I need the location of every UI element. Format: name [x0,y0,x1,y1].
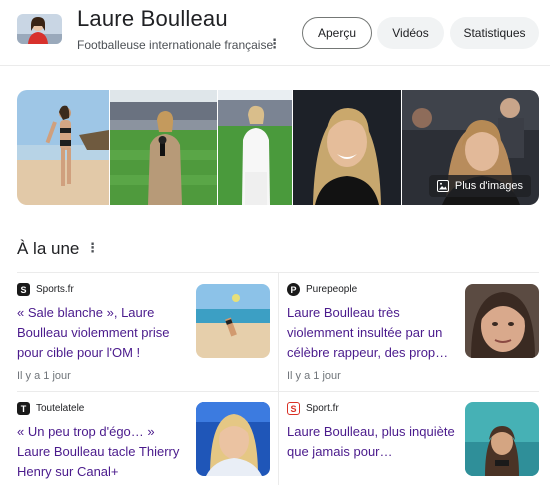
image-gallery-icon [436,180,449,192]
image-tile[interactable]: Plus d'images [402,90,539,205]
purepeople-icon: P [287,283,300,296]
news-source-name: Sport.fr [306,403,339,414]
more-options-icon[interactable]: ⋮ [268,36,281,52]
sports-fr-icon: S [17,283,30,296]
news-source: P Purepeople [287,283,357,296]
image-tile[interactable] [110,90,217,205]
news-source-name: Sports.fr [36,284,74,295]
news-source: S Sport.fr [287,402,339,415]
image-tile[interactable] [17,90,109,205]
news-time: Il y a 1 jour [17,370,71,382]
top-stories-more-icon[interactable]: ⋮ [86,240,99,256]
tab-videos[interactable]: Vidéos [377,17,444,49]
news-source: S Sports.fr [17,283,74,296]
news-thumbnail[interactable] [196,402,270,476]
image-strip: Plus d'images [17,90,539,205]
news-thumbnail[interactable] [465,284,539,358]
profile-thumbnail[interactable] [17,14,62,44]
entity-subtitle: Footballeuse internationale française [77,38,274,52]
sport-fr-icon: S [287,402,300,415]
news-headline[interactable]: Laure Boulleau, plus inquiète que jamais… [287,422,457,462]
toutelatele-icon: T [17,402,30,415]
news-thumbnail[interactable] [465,402,539,476]
news-headline[interactable]: « Sale blanche », Laure Boulleau violemm… [17,303,185,363]
more-images-button[interactable]: Plus d'images [428,175,531,197]
top-stories-title: À la une [17,239,80,258]
tab-statistiques[interactable]: Statistiques [450,17,539,49]
news-time: Il y a 1 jour [287,370,341,382]
image-tile[interactable] [293,90,401,205]
news-source-name: Purepeople [306,284,358,295]
news-source-name: Toutelatele [36,403,85,414]
divider [278,273,279,485]
more-images-label: Plus d'images [454,180,523,192]
news-headline[interactable]: Laure Boulleau très violemment insultée … [287,303,457,363]
news-source: T Toutelatele [17,402,84,415]
image-tile[interactable] [218,90,292,205]
tab-apercu[interactable]: Aperçu [302,17,372,49]
entity-title: Laure Boulleau [77,6,228,31]
knowledge-panel-header: Laure Boulleau Footballeuse internationa… [0,0,550,66]
news-headline[interactable]: « Un peu trop d'égo… » Laure Boulleau ta… [17,422,187,482]
news-thumbnail[interactable] [196,284,270,358]
